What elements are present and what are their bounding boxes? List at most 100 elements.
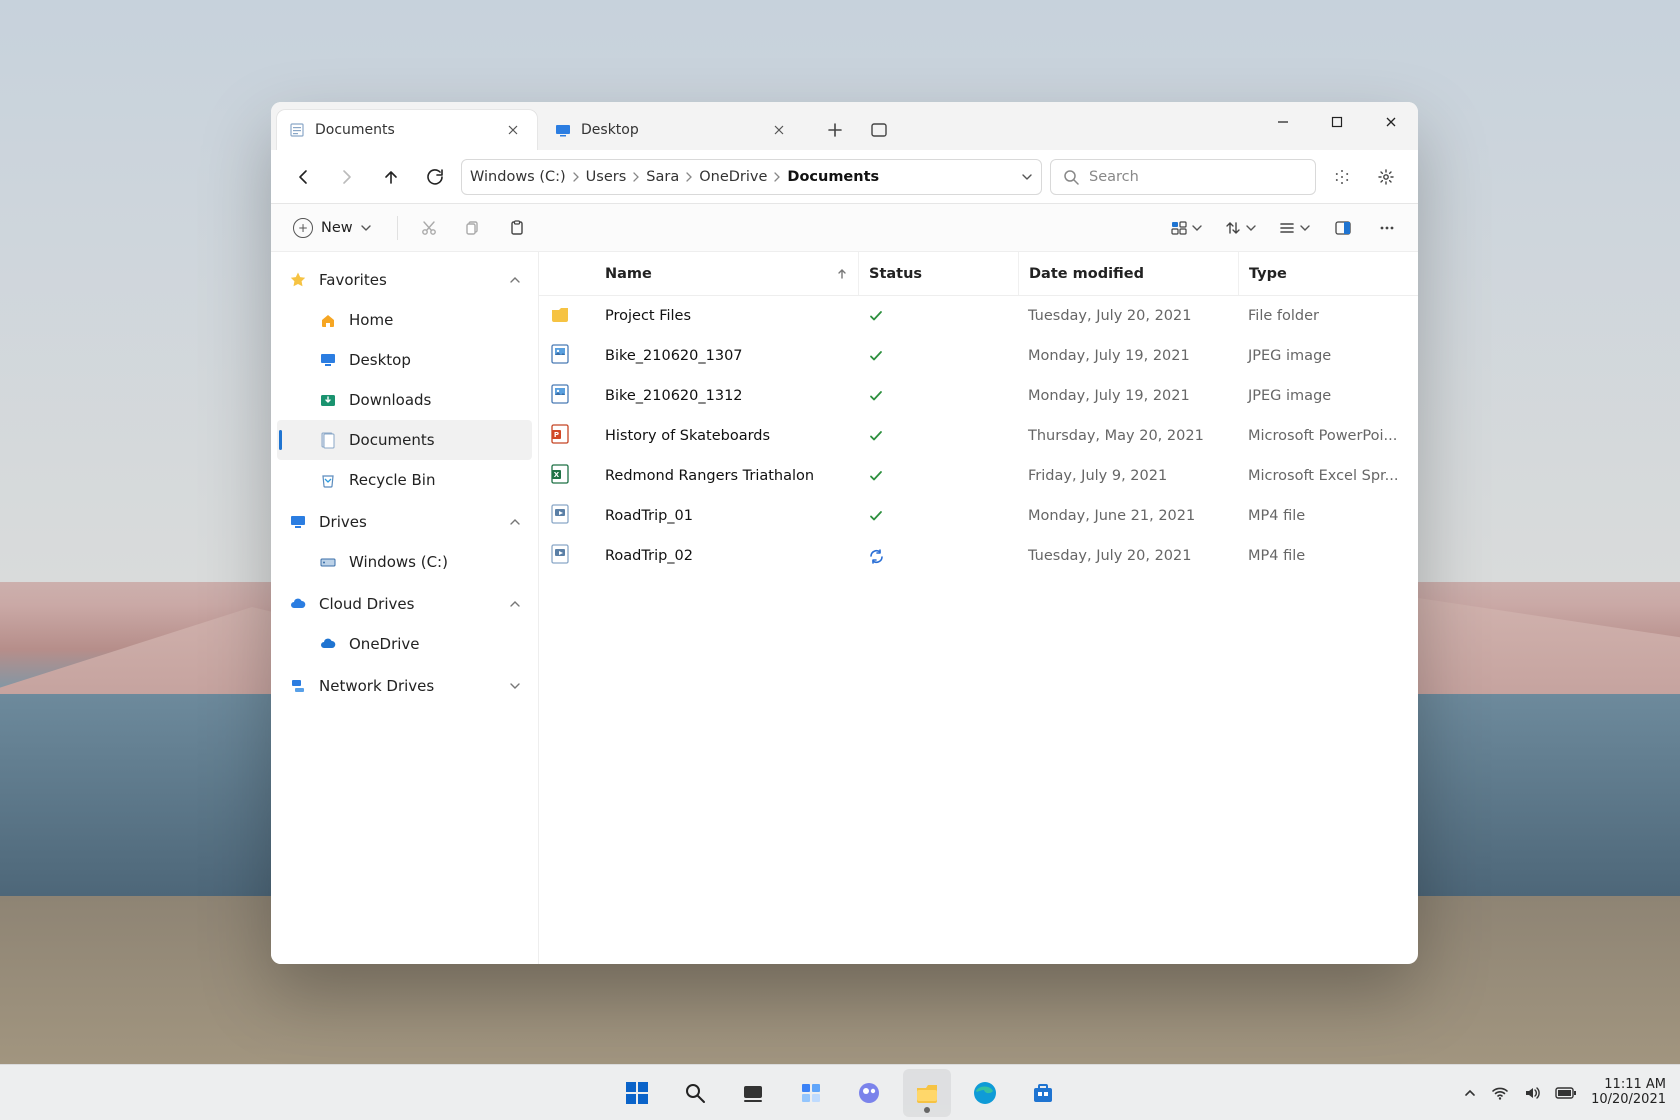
image-icon xyxy=(549,383,571,405)
close-button[interactable] xyxy=(1364,102,1418,142)
sidebar-section-label: Cloud Drives xyxy=(319,595,414,613)
column-header-type[interactable]: Type xyxy=(1238,252,1418,295)
file-status xyxy=(858,468,1018,484)
sidebar-section-drives[interactable]: Drives xyxy=(277,502,532,542)
file-type: Microsoft Excel Spr... xyxy=(1238,468,1418,484)
file-status xyxy=(858,428,1018,444)
chevron-down-icon xyxy=(1246,223,1256,233)
grouping-button[interactable] xyxy=(1164,211,1208,245)
file-name: RoadTrip_01 xyxy=(595,508,858,524)
file-row[interactable]: PHistory of SkateboardsThursday, May 20,… xyxy=(539,416,1418,456)
sort-button[interactable] xyxy=(1218,211,1262,245)
refresh-button[interactable] xyxy=(417,159,453,195)
teams-button[interactable] xyxy=(845,1069,893,1117)
details-pane-button[interactable] xyxy=(1326,211,1360,245)
video-icon xyxy=(549,543,571,565)
column-header-name[interactable]: Name xyxy=(595,252,858,295)
file-name: Project Files xyxy=(595,308,858,324)
sidebar-item-windows-c[interactable]: Windows (C:) xyxy=(277,542,532,582)
tab-close-button[interactable] xyxy=(767,118,791,142)
sidebar-section-favorites[interactable]: Favorites xyxy=(277,260,532,300)
file-date: Thursday, May 20, 2021 xyxy=(1018,428,1238,444)
tab-documents[interactable]: Documents xyxy=(277,110,537,150)
breadcrumb-segment[interactable]: Windows (C:) xyxy=(470,169,566,185)
address-bar[interactable]: Windows (C:) Users Sara OneDrive Documents xyxy=(461,159,1042,195)
column-header-date[interactable]: Date modified xyxy=(1018,252,1238,295)
taskbar-search-button[interactable] xyxy=(671,1069,719,1117)
store-button[interactable] xyxy=(1019,1069,1067,1117)
wifi-icon[interactable] xyxy=(1491,1084,1509,1102)
copy-button[interactable] xyxy=(456,211,490,245)
sidebar-item-downloads[interactable]: Downloads xyxy=(277,380,532,420)
file-status xyxy=(858,348,1018,364)
search-icon xyxy=(1063,169,1079,185)
file-row[interactable]: RoadTrip_01Monday, June 21, 2021MP4 file xyxy=(539,496,1418,536)
sidebar-item-desktop[interactable]: Desktop xyxy=(277,340,532,380)
file-date: Monday, June 21, 2021 xyxy=(1018,508,1238,524)
sidebar-section-cloud[interactable]: Cloud Drives xyxy=(277,584,532,624)
breadcrumb-segment[interactable]: Users xyxy=(586,169,627,185)
tab-desktop[interactable]: Desktop xyxy=(543,110,803,150)
more-button[interactable] xyxy=(1370,211,1404,245)
monitor-icon xyxy=(289,513,307,531)
image-icon xyxy=(549,343,571,365)
sidebar-item-home[interactable]: Home xyxy=(277,300,532,340)
start-button[interactable] xyxy=(613,1069,661,1117)
sidebar-item-onedrive[interactable]: OneDrive xyxy=(277,624,532,664)
volume-icon[interactable] xyxy=(1523,1084,1541,1102)
paste-button[interactable] xyxy=(500,211,534,245)
minimize-button[interactable] xyxy=(1256,102,1310,142)
document-icon xyxy=(289,122,305,138)
file-date: Tuesday, July 20, 2021 xyxy=(1018,548,1238,564)
recycle-icon xyxy=(319,471,337,489)
breadcrumb-segment[interactable]: OneDrive xyxy=(699,169,767,185)
sidebar-item-label: Desktop xyxy=(349,351,411,369)
file-type: JPEG image xyxy=(1238,388,1418,404)
taskbar-clock[interactable]: 11:11 AM 10/20/2021 xyxy=(1591,1078,1666,1108)
sidebar: Favorites Home Desktop DownloadsDocumentsR… xyxy=(271,252,539,964)
file-explorer-taskbar-button[interactable] xyxy=(903,1069,951,1117)
tab-close-button[interactable] xyxy=(501,118,525,142)
sidebar-section-network[interactable]: Network Drives xyxy=(277,666,532,706)
file-row[interactable]: Project FilesTuesday, July 20, 2021File … xyxy=(539,296,1418,336)
tab-overview-button[interactable] xyxy=(861,112,897,148)
search-input[interactable]: Search xyxy=(1050,159,1316,195)
column-header-status[interactable]: Status xyxy=(858,252,1018,295)
breadcrumb-segment[interactable]: Documents xyxy=(787,169,879,185)
view-button[interactable] xyxy=(1272,211,1316,245)
search-placeholder: Search xyxy=(1089,169,1139,185)
taskbar: 11:11 AM 10/20/2021 xyxy=(0,1064,1680,1120)
new-tab-button[interactable] xyxy=(817,112,853,148)
widgets-button[interactable] xyxy=(787,1069,835,1117)
titlebar: DocumentsDesktop xyxy=(271,102,1418,150)
file-row[interactable]: Bike_210620_1307Monday, July 19, 2021JPE… xyxy=(539,336,1418,376)
tray-overflow-button[interactable] xyxy=(1463,1086,1477,1100)
sidebar-item-recycle-bin[interactable]: Recycle Bin xyxy=(277,460,532,500)
file-row[interactable]: RoadTrip_02Tuesday, July 20, 2021MP4 fil… xyxy=(539,536,1418,576)
cut-button[interactable] xyxy=(412,211,446,245)
back-button[interactable] xyxy=(285,159,321,195)
chevron-right-icon xyxy=(771,172,783,182)
file-date: Monday, July 19, 2021 xyxy=(1018,388,1238,404)
file-date: Friday, July 9, 2021 xyxy=(1018,468,1238,484)
svg-text:X: X xyxy=(554,471,560,479)
breadcrumb-segment[interactable]: Sara xyxy=(646,169,679,185)
hdd-icon xyxy=(319,553,337,571)
forward-button[interactable] xyxy=(329,159,365,195)
chevron-down-icon xyxy=(1300,223,1310,233)
chevron-up-icon xyxy=(510,517,520,527)
command-bar: + New xyxy=(271,204,1418,252)
maximize-button[interactable] xyxy=(1310,102,1364,142)
sync-activity-button[interactable] xyxy=(1324,159,1360,195)
new-button[interactable]: + New xyxy=(285,211,383,245)
address-dropdown-icon[interactable] xyxy=(1021,171,1033,183)
up-button[interactable] xyxy=(373,159,409,195)
settings-button[interactable] xyxy=(1368,159,1404,195)
sidebar-item-documents[interactable]: Documents xyxy=(277,420,532,460)
edge-button[interactable] xyxy=(961,1069,1009,1117)
task-view-button[interactable] xyxy=(729,1069,777,1117)
file-row[interactable]: Bike_210620_1312Monday, July 19, 2021JPE… xyxy=(539,376,1418,416)
file-row[interactable]: XRedmond Rangers TriathalonFriday, July … xyxy=(539,456,1418,496)
battery-icon[interactable] xyxy=(1555,1086,1577,1100)
video-icon xyxy=(549,503,571,525)
